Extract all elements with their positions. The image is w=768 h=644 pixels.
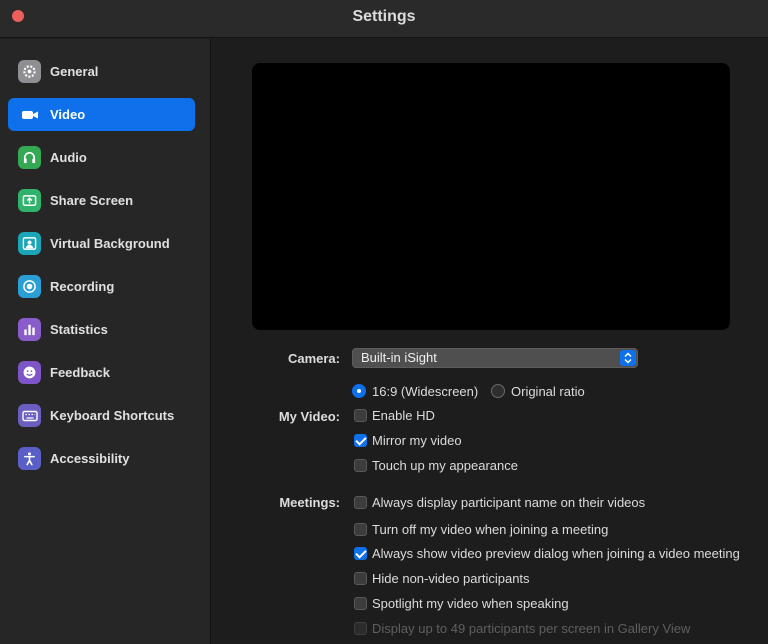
camera-label: Camera: [287,351,340,366]
enable-hd-label: Enable HD [372,407,435,423]
sidebar-item-feedback[interactable]: Feedback [8,356,195,389]
checkbox[interactable] [354,458,367,472]
bar-chart-icon [18,318,41,341]
sidebar-item-general[interactable]: General [8,55,195,88]
hide-nonvideo-checkbox[interactable]: Hide non-video participants [354,569,530,587]
camera-select[interactable]: Built-in iSight [352,348,638,368]
sidebar-item-label: Recording [50,279,115,294]
sidebar-item-audio[interactable]: Audio [8,141,195,174]
hide-nonvideo-label: Hide non-video participants [372,570,530,586]
sidebar-item-label: Video [50,107,86,122]
sidebar-item-label: Feedback [50,365,110,380]
sidebar-item-label: Share Screen [50,193,134,208]
sidebar-item-label: Accessibility [50,451,130,466]
ratio-widescreen-label: 16:9 (Widescreen) [372,383,479,399]
smiley-icon [18,361,41,384]
touch-up-checkbox[interactable]: Touch up my appearance [354,456,518,474]
sidebar-item-statistics[interactable]: Statistics [8,313,195,346]
sidebar-item-label: General [50,64,99,79]
sidebar-item-share-screen[interactable]: Share Screen [8,184,195,217]
sidebar-item-video[interactable]: Video [8,98,195,131]
display-name-checkbox[interactable]: Always display participant name on their… [354,493,645,511]
sidebar-item-label: Audio [50,150,87,165]
checkbox-checked[interactable] [354,433,367,447]
keyboard-icon [18,404,41,427]
radio-selected[interactable] [352,384,366,398]
sidebar-item-virtual-background[interactable]: Virtual Background [8,227,195,260]
chevron-up-down-icon [620,350,636,366]
gallery-49-label: Display up to 49 participants per screen… [372,620,691,636]
gallery-49-checkbox: Display up to 49 participants per screen… [354,619,690,637]
sidebar-item-accessibility[interactable]: Accessibility [8,442,195,475]
window-title: Settings [352,8,416,25]
ratio-original-label: Original ratio [511,383,585,399]
checkbox-checked[interactable] [354,546,367,560]
sidebar-item-keyboard-shortcuts[interactable]: Keyboard Shortcuts [8,399,195,432]
enable-hd-checkbox[interactable]: Enable HD [354,406,435,424]
video-settings-panel: Camera: Built-in iSight 16:9 (Widescreen… [212,39,768,644]
person-background-icon [18,232,41,255]
checkbox-disabled [354,621,367,635]
checkbox[interactable] [354,571,367,585]
turn-off-video-label: Turn off my video when joining a meeting [372,521,609,537]
title-bar: Settings [0,0,768,38]
ratio-original-radio[interactable]: Original ratio [491,382,585,400]
sidebar-item-label: Keyboard Shortcuts [50,408,175,423]
spotlight-checkbox[interactable]: Spotlight my video when speaking [354,594,569,612]
checkbox[interactable] [354,495,367,509]
sidebar-item-label: Virtual Background [50,236,170,251]
video-camera-icon [18,103,41,126]
ratio-widescreen-radio[interactable]: 16:9 (Widescreen) [352,382,478,400]
preview-dialog-checkbox[interactable]: Always show video preview dialog when jo… [354,544,740,562]
record-icon [18,275,41,298]
mirror-video-label: Mirror my video [372,432,462,448]
camera-select-value: Built-in iSight [361,350,437,365]
gear-icon [18,60,41,83]
sidebar-item-label: Statistics [50,322,108,337]
checkbox[interactable] [354,522,367,536]
headphones-icon [18,146,41,169]
meetings-label: Meetings: [279,495,340,510]
sidebar-item-recording[interactable]: Recording [8,270,195,303]
radio-unselected[interactable] [491,384,505,398]
video-preview [252,63,730,330]
share-screen-icon [18,189,41,212]
settings-sidebar: General Video Audio Share Screen Virtual… [0,39,211,644]
turn-off-video-checkbox[interactable]: Turn off my video when joining a meeting [354,520,608,538]
checkbox[interactable] [354,596,367,610]
display-name-label: Always display participant name on their… [372,494,646,510]
preview-dialog-label: Always show video preview dialog when jo… [372,545,740,561]
mirror-video-checkbox[interactable]: Mirror my video [354,431,462,449]
spotlight-label: Spotlight my video when speaking [372,595,569,611]
accessibility-icon [18,447,41,470]
my-video-label: My Video: [278,409,340,424]
checkbox[interactable] [354,408,367,422]
touch-up-label: Touch up my appearance [372,457,518,473]
